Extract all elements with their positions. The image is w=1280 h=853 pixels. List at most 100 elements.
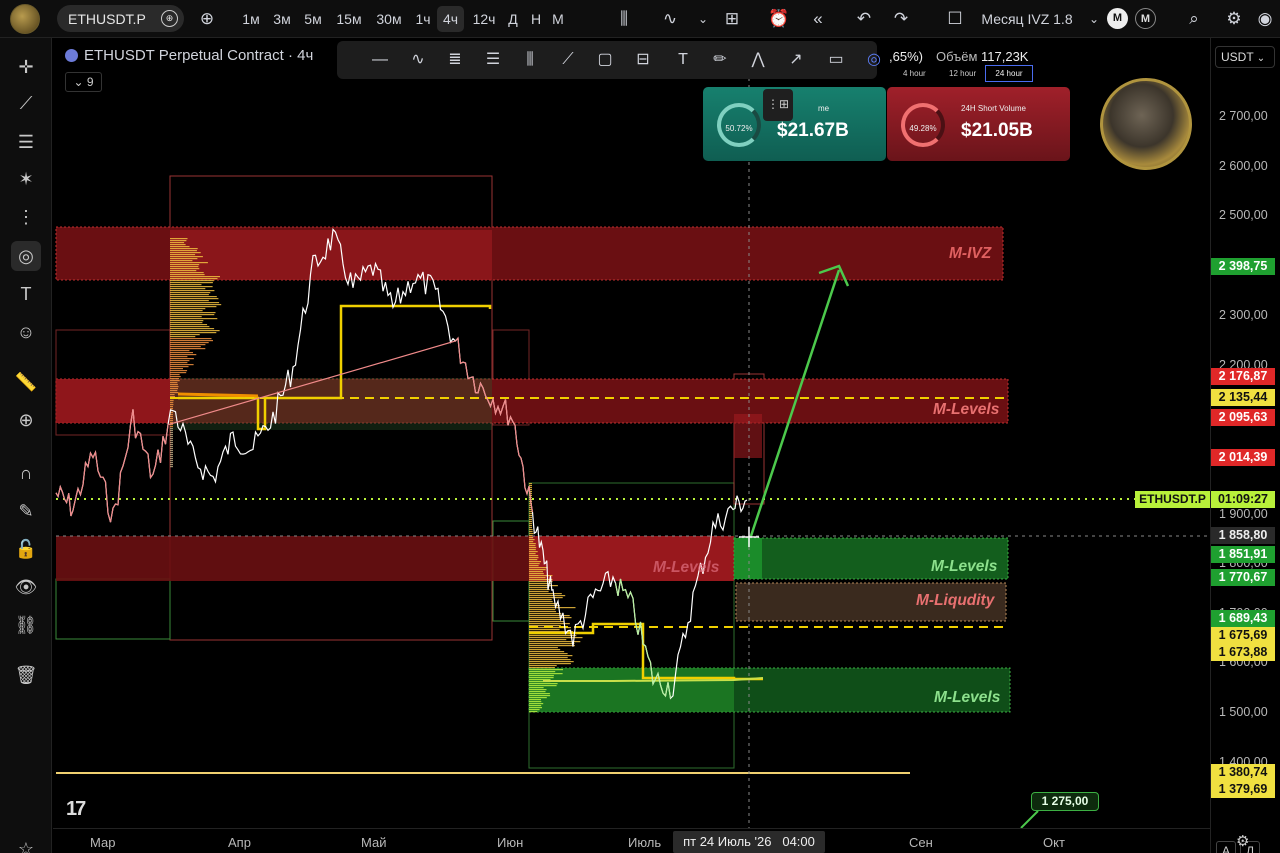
price-label-2398: 2 398,75 [1211, 258, 1275, 275]
zone-levels-mid-green-bright [734, 538, 762, 579]
chart-legend[interactable]: ETHUSDT Perpetual Contract · 4ч [65, 47, 313, 64]
parallel-channel-icon[interactable]: ☰ [481, 48, 505, 72]
auto-scale-button[interactable]: A [1216, 841, 1236, 853]
tf-3m[interactable]: 3м [268, 6, 296, 32]
volume-profile-bar [529, 707, 542, 709]
brush-icon[interactable]: ◎ [11, 241, 41, 271]
tf-week[interactable]: Н [527, 6, 545, 32]
brush-tool-icon[interactable]: ✏ [708, 48, 732, 72]
ruler-icon[interactable]: 📏 [11, 367, 41, 397]
indicators-collapse-button[interactable]: ⌄ 9 [65, 72, 102, 92]
tick-2300: 2 300,00 [1219, 308, 1268, 322]
path-icon[interactable]: ⋀ [746, 48, 770, 72]
tf-day[interactable]: Д [504, 6, 522, 32]
tf-5m[interactable]: 5м [299, 6, 327, 32]
eye-icon[interactable]: 👁 [11, 572, 41, 602]
volume-profile-bar [529, 651, 565, 653]
trendline-icon[interactable]: ⟋ [11, 88, 41, 118]
price-axis[interactable]: USDT ⌄ 2 700,00 2 600,00 2 500,00 2 300,… [1210, 38, 1280, 853]
price-range-icon[interactable]: ⊟ [631, 48, 655, 72]
volume-profile-bar [529, 593, 562, 595]
axis-settings-gear-icon[interactable]: ⚙ [1236, 832, 1249, 850]
layout-checkbox-icon[interactable]: ☐ [942, 6, 968, 32]
price-label-2014: 2 014,39 [1211, 449, 1275, 466]
tf-4h[interactable]: 4ч [437, 6, 464, 32]
quick-search-icon[interactable]: ⌕ [1181, 6, 1207, 32]
currency-select[interactable]: USDT ⌄ [1215, 46, 1275, 68]
label-m-levels-mid: M-Levels [931, 558, 998, 575]
tradingview-logo[interactable]: 17 [66, 798, 86, 821]
emoji-icon[interactable]: ☺ [11, 317, 41, 347]
add-symbol-icon[interactable]: ⊕ [194, 6, 220, 32]
tf-1m[interactable]: 1м [238, 6, 264, 32]
fib-retracement-icon[interactable]: ≣ [443, 48, 467, 72]
tick-2500: 2 500,00 [1219, 208, 1268, 222]
horizontal-lines-icon[interactable]: ☰ [11, 127, 41, 157]
volume-profile-bar [170, 270, 197, 272]
tf-1h[interactable]: 1ч [411, 6, 435, 32]
favorites-star-icon[interactable]: ☆ [11, 834, 41, 853]
settings-gear-icon[interactable]: ⚙ [1221, 6, 1247, 32]
volume-profile-bar [529, 685, 557, 687]
magnet-icon[interactable]: ∩ [11, 458, 41, 488]
volume-profile-bar [529, 699, 541, 701]
tf-12h[interactable]: 12ч [469, 6, 499, 32]
layout-name[interactable]: Месяц IVZ 1.8 [977, 6, 1077, 32]
chart-area[interactable]: ETHUSDT Perpetual Contract · 4ч ⌄ 9 — ∿ … [53, 38, 1210, 828]
tf-30m[interactable]: 30м [371, 6, 407, 32]
tf-month[interactable]: М [549, 6, 567, 32]
lock-icon[interactable]: 🔓 [11, 534, 41, 564]
candles-icon[interactable]: ⫼ [611, 6, 637, 32]
time-axis[interactable]: Мар Апр Май Июн Июль Сен Окт пт 24 Июль … [53, 828, 1210, 853]
trash-icon[interactable]: 🗑 [11, 660, 41, 690]
widget-move-handle-icon[interactable]: ⋮⊞ [763, 89, 793, 121]
target-price-label[interactable]: 1 275,00 [1031, 792, 1099, 811]
pattern-icon[interactable]: ✶ [11, 164, 41, 194]
zoom-in-icon[interactable]: ⊕ [11, 405, 41, 435]
rectangle-icon[interactable]: ▢ [593, 48, 617, 72]
period-12h[interactable]: 12 hour [949, 69, 976, 78]
profile-avatar[interactable] [10, 4, 40, 34]
volume-profile-bar [170, 328, 215, 330]
text-tool-icon[interactable]: T [11, 279, 41, 309]
callout-icon[interactable]: ▭ [824, 48, 848, 72]
text-icon[interactable]: T [671, 48, 695, 72]
horizontal-ray-icon[interactable]: — [368, 48, 392, 72]
layout-chevron-icon[interactable]: ⌄ [1081, 6, 1107, 32]
poc-line-apr-orange [177, 392, 259, 398]
volume-profile-bar [170, 394, 175, 396]
volume-profile-bar [170, 268, 200, 270]
compare-icon[interactable]: ⊕ [161, 10, 178, 27]
undo-icon[interactable]: ↶ [851, 6, 877, 32]
replay-icon[interactable]: « [805, 6, 831, 32]
volume-profile-bar [170, 454, 173, 456]
stay-in-draw-icon[interactable]: ✎ [11, 496, 41, 526]
volume-profile-bar [529, 667, 555, 669]
volume-profile-bar [529, 587, 549, 589]
crosshair-icon[interactable]: ✛ [11, 52, 41, 82]
vertical-lines-icon[interactable]: ⫼ [518, 48, 542, 72]
symbol-search[interactable]: ETHUSDT.P ⊕ [57, 5, 184, 32]
volume-profile-bar [170, 344, 206, 346]
tf-15m[interactable]: 15м [332, 6, 366, 32]
arrow-tool-icon[interactable]: ↗ [784, 48, 808, 72]
volume-profile-bar [170, 464, 173, 466]
label-m-levels-top: M-Levels [933, 401, 1000, 418]
volume-profile-bar [170, 434, 173, 436]
chevron-down-icon[interactable]: ⌄ [690, 6, 716, 32]
redo-icon[interactable]: ↷ [888, 6, 914, 32]
indicators-icon[interactable]: ∿ [657, 6, 683, 32]
avatar-m-primary[interactable]: M [1107, 8, 1128, 29]
alert-icon[interactable]: ⏰ [766, 6, 792, 32]
fib-icon[interactable]: ⋮ [11, 202, 41, 232]
period-24h[interactable]: 24 hour [985, 65, 1033, 82]
curve-icon[interactable]: ∿ [406, 48, 430, 72]
period-4h[interactable]: 4 hour [903, 69, 926, 78]
avatar-m-secondary[interactable]: M [1135, 8, 1156, 29]
volume-profile-bar [170, 260, 193, 262]
line-tool-icon[interactable]: ⟋ [556, 48, 580, 72]
camera-icon[interactable]: ◉ [1252, 6, 1278, 32]
templates-icon[interactable]: ⊞ [719, 6, 745, 32]
volume-profile-bar [529, 555, 539, 557]
link-icon[interactable]: ⛓ [11, 610, 41, 640]
